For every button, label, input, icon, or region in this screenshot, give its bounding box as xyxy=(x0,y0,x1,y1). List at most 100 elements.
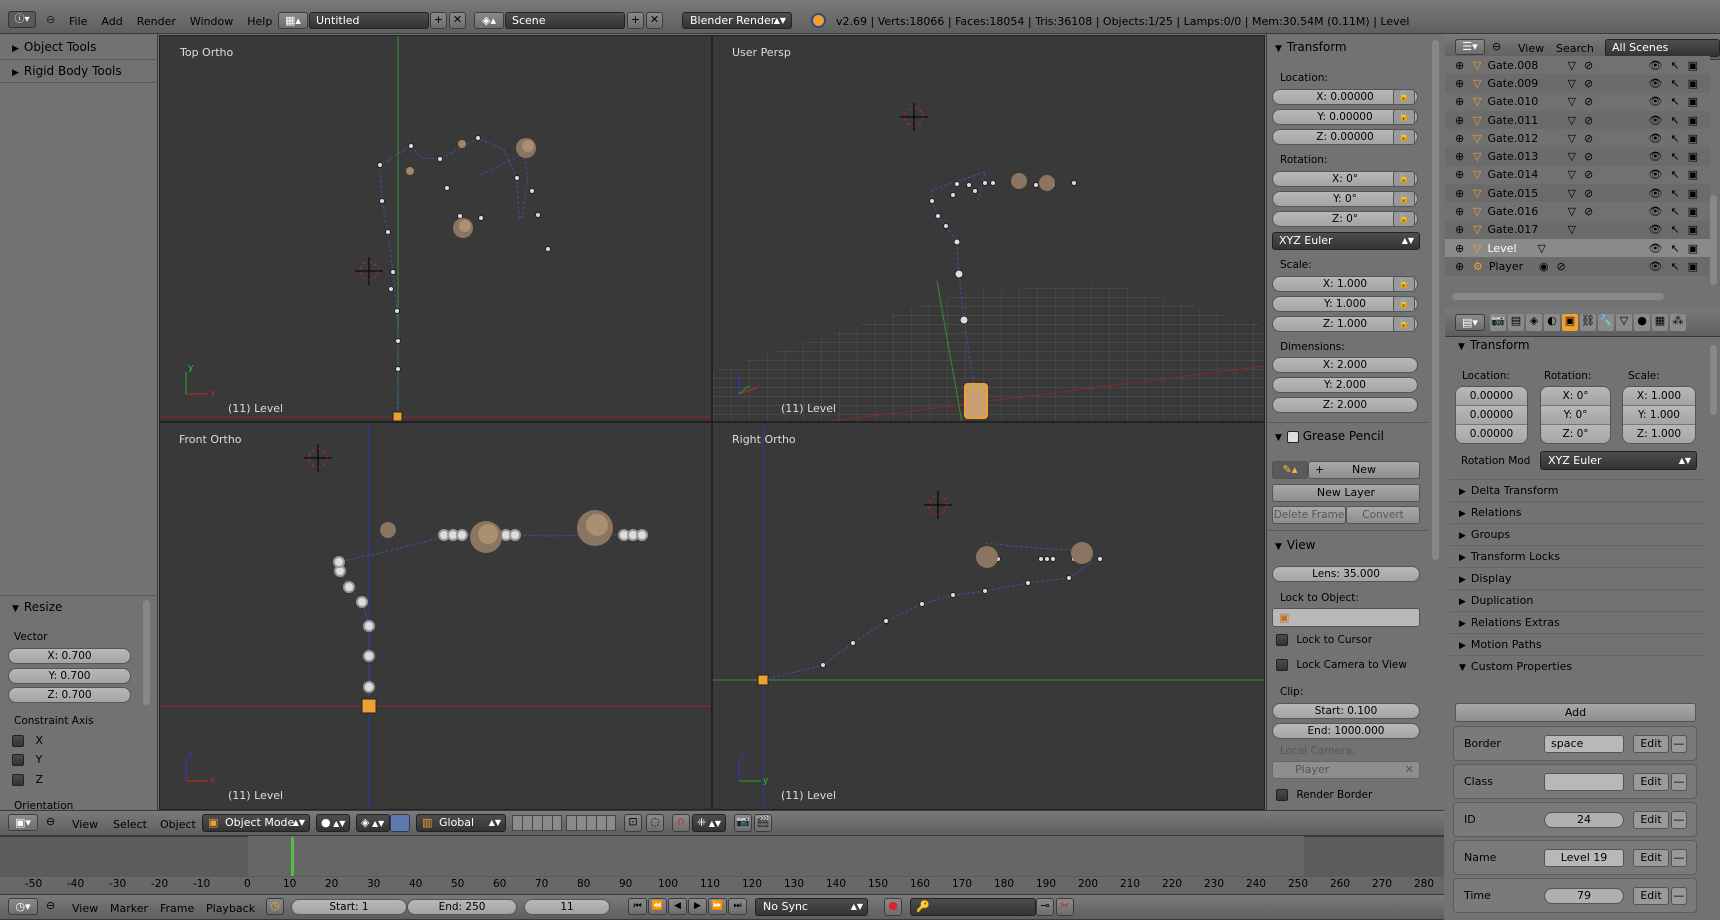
remove-icon[interactable]: — xyxy=(1671,848,1687,867)
prop-location-z[interactable]: 0.00000 xyxy=(1456,425,1527,443)
view3d-menu-object[interactable]: Object xyxy=(160,818,196,831)
convert-button[interactable]: Convert xyxy=(1346,506,1420,524)
add-scene-button[interactable]: + xyxy=(627,12,644,29)
remove-icon[interactable]: — xyxy=(1671,810,1687,829)
render-engine-dropdown[interactable]: Blender Render ▲▼ xyxy=(682,12,792,29)
eye-icon[interactable]: 👁 ↖ ▣ xyxy=(1648,114,1698,127)
eye-icon[interactable]: 👁 ↖ ▣ xyxy=(1648,77,1698,90)
prop-location-y[interactable]: 0.00000 xyxy=(1456,406,1527,425)
record-keyframe-icon[interactable]: ● xyxy=(884,898,902,916)
delete-frame-button[interactable]: Delete Frame xyxy=(1272,506,1346,524)
outliner-row[interactable]: ⊕ ▽ Gate.009 ▽ ⊘ 👁 ↖ ▣ xyxy=(1445,74,1710,93)
timeline-menu-playback[interactable]: Playback xyxy=(206,902,255,915)
properties-scrollbar[interactable] xyxy=(1710,345,1717,415)
edit-button[interactable]: Edit xyxy=(1633,772,1669,791)
outliner-menu-view[interactable]: View xyxy=(1518,42,1544,55)
outliner-row[interactable]: ⊕ ▽ Gate.014 ▽ ⊘ 👁 ↖ ▣ xyxy=(1445,165,1710,185)
outliner-vscrollbar[interactable] xyxy=(1710,195,1717,285)
timeline-menu-marker[interactable]: Marker xyxy=(110,902,148,915)
snap-element-dropdown[interactable]: ⁜ ▲▼ xyxy=(692,814,726,832)
lock-camera-checkbox[interactable]: Lock Camera to View xyxy=(1276,659,1407,671)
grease-pencil-selector[interactable]: ✎▴ xyxy=(1272,461,1308,479)
menu-file[interactable]: File xyxy=(69,15,87,28)
menu-add[interactable]: Add xyxy=(101,15,122,28)
manipulator-toggle-icon[interactable] xyxy=(390,814,410,832)
current-frame-field[interactable]: 11 xyxy=(524,899,610,915)
rotation-mode-dropdown[interactable]: XYZ Euler ▲▼ xyxy=(1272,232,1420,250)
viewport-user-persp[interactable]: User Persp (11) Level xyxy=(712,35,1265,422)
add-screen-button[interactable]: + xyxy=(430,12,447,29)
insert-keyframe-icon[interactable]: ⊸ xyxy=(1036,898,1054,916)
world-tab-icon[interactable]: ◐ xyxy=(1544,314,1560,331)
pivot-dropdown[interactable]: ◈ ▲▼ xyxy=(356,814,390,832)
layers-grid-icon[interactable] xyxy=(512,815,562,831)
eye-icon[interactable]: 👁 ↖ ▣ xyxy=(1648,132,1698,145)
snap-magnet-icon[interactable]: ∩ xyxy=(672,814,690,832)
subpanel-motion-paths[interactable]: ▶ Motion Paths xyxy=(1449,633,1704,655)
view3d-menu-select[interactable]: Select xyxy=(113,818,147,831)
dimensions-y-field[interactable]: Y: 2.000 xyxy=(1272,377,1418,393)
lock-icon[interactable]: 🔓 xyxy=(1393,296,1415,312)
menu-help[interactable]: Help xyxy=(247,15,272,28)
keying-set-field[interactable]: 🔑 xyxy=(910,898,1036,916)
vector-z-field[interactable]: Z: 0.700 xyxy=(8,687,131,703)
scene-selector[interactable]: ◈▴ xyxy=(474,12,504,29)
vector-x-field[interactable]: X: 0.700 xyxy=(8,648,131,664)
sync-mode-dropdown[interactable]: No Sync ▲▼ xyxy=(755,898,868,916)
constraint-y-checkbox[interactable]: Y xyxy=(12,753,42,766)
layers-grid-icon[interactable] xyxy=(566,815,616,831)
prop-rotation-z[interactable]: Z: 0° xyxy=(1541,425,1610,443)
remove-icon[interactable]: — xyxy=(1671,734,1687,753)
outliner-row-selected[interactable]: ⊕ ▽ Level ▽ 👁 ↖ ▣ xyxy=(1445,238,1710,258)
texture-tab-icon[interactable]: ▦ xyxy=(1652,314,1668,331)
mode-dropdown[interactable]: ▣ Object Mode ▲▼ xyxy=(202,814,310,832)
outliner-row[interactable]: ⊕ ▽ Gate.008 ▽ ⊘ 👁 ↖ ▣ xyxy=(1445,56,1710,75)
collapse-menu-icon[interactable]: ⊖ xyxy=(46,899,55,912)
subpanel-delta-transform[interactable]: ▶ Delta Transform xyxy=(1449,479,1704,501)
render-anim-icon[interactable]: 🎬 xyxy=(754,814,772,832)
play-reverse-icon[interactable]: ◀ xyxy=(668,898,687,915)
render-layers-tab-icon[interactable]: ▤ xyxy=(1508,314,1524,331)
eye-icon[interactable]: 👁 ↖ ▣ xyxy=(1648,150,1698,163)
menu-render[interactable]: Render xyxy=(137,15,176,28)
outliner-menu-search[interactable]: Search xyxy=(1556,42,1594,55)
transform-panel-header[interactable]: ▼ Transform xyxy=(1275,40,1347,54)
custom-prop-value[interactable]: space xyxy=(1544,734,1624,753)
eye-icon[interactable]: 👁 ↖ ▣ xyxy=(1648,59,1698,72)
scene-name-field[interactable]: Scene xyxy=(505,12,625,29)
timeline-menu-view[interactable]: View xyxy=(72,902,98,915)
outliner-row[interactable]: ⊕ ▽ Gate.010 ▽ ⊘ 👁 ↖ ▣ xyxy=(1445,92,1710,111)
remove-icon[interactable]: — xyxy=(1671,772,1687,791)
dimensions-x-field[interactable]: X: 2.000 xyxy=(1272,357,1418,373)
info-editor-icon[interactable]: ⓘ▾ xyxy=(8,11,36,28)
collapse-menu-icon[interactable]: ⊖ xyxy=(46,13,55,26)
lock-object-field[interactable]: ▣ xyxy=(1272,608,1420,627)
lock-icon[interactable]: 🔓 xyxy=(1393,211,1415,227)
clear-icon[interactable]: ✕ xyxy=(1405,762,1414,778)
operator-panel-header[interactable]: ▼ Resize xyxy=(12,600,62,614)
eye-icon[interactable]: 👁 ↖ ▣ xyxy=(1648,223,1698,236)
dimensions-z-field[interactable]: Z: 2.000 xyxy=(1272,397,1418,413)
timeline-menu-frame[interactable]: Frame xyxy=(160,902,194,915)
subpanel-groups[interactable]: ▶ Groups xyxy=(1449,523,1704,545)
lens-field[interactable]: Lens: 35.000 xyxy=(1272,566,1420,582)
transform-orientation-dropdown[interactable]: ▥ Global ▲▼ xyxy=(416,814,506,832)
collapse-menu-icon[interactable]: ⊖ xyxy=(1492,40,1501,53)
subpanel-relations[interactable]: ▶ Relations xyxy=(1449,501,1704,523)
custom-prop-value[interactable]: Level 19 xyxy=(1544,848,1624,867)
remove-scene-button[interactable]: ✕ xyxy=(646,12,663,29)
screen-layout-selector[interactable]: ▦▴ xyxy=(278,12,308,29)
view3d-editor-icon[interactable]: ▣▾ xyxy=(8,814,38,831)
constraints-tab-icon[interactable]: ⛓ xyxy=(1580,314,1596,331)
prop-rotation-x[interactable]: X: 0° xyxy=(1541,387,1610,406)
collapse-menu-icon[interactable]: ⊖ xyxy=(46,815,55,828)
lock-icon[interactable]: 🔓 xyxy=(1393,129,1415,145)
outliner-row[interactable]: ⊕ ▽ Gate.011 ▽ ⊘ 👁 ↖ ▣ xyxy=(1445,110,1710,130)
lock-icon[interactable]: 🔓 xyxy=(1393,89,1415,105)
lock-icon[interactable]: 🔓 xyxy=(1393,276,1415,292)
clip-end-field[interactable]: End: 1000.000 xyxy=(1272,723,1420,739)
subpanel-custom-properties[interactable]: ▼ Custom Properties xyxy=(1449,655,1704,677)
grease-pencil-panel-header[interactable]: ▼ Grease Pencil xyxy=(1275,429,1384,443)
jump-keyframe-forward-icon[interactable]: ⏩ xyxy=(708,898,727,915)
outliner-hscrollbar[interactable] xyxy=(1452,293,1664,300)
